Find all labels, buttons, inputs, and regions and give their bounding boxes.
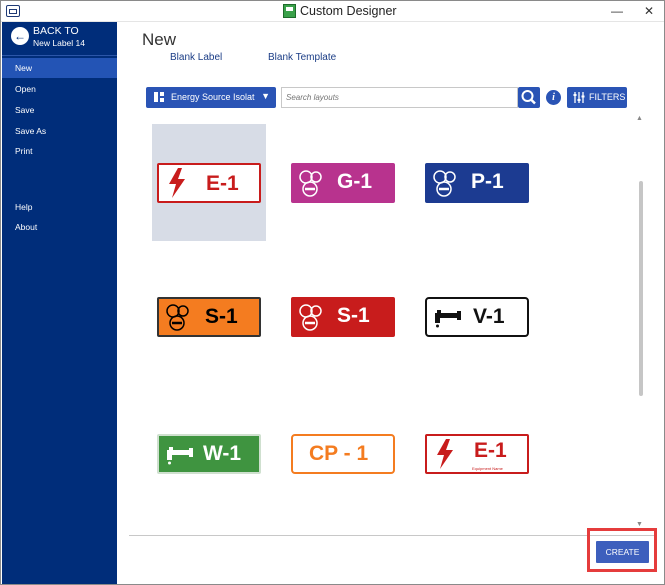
label-text: CP - 1	[309, 442, 369, 465]
blank-template-link[interactable]: Blank Template	[268, 52, 336, 63]
label-text: V-1	[473, 305, 505, 328]
layout-tile[interactable]: E-1	[152, 124, 266, 241]
sidebar-item-print[interactable]: Print	[2, 141, 117, 161]
sidebar-item-save-as[interactable]: Save As	[2, 121, 117, 141]
gauge-valve-icon	[433, 170, 456, 197]
app-window: Custom Designer — ✕ ← BACK TO New Label …	[0, 0, 665, 585]
back-arrow-icon: ←	[11, 27, 29, 45]
minimize-button[interactable]: —	[602, 1, 632, 22]
faucet-icon	[167, 447, 193, 465]
window-title: Custom Designer	[300, 4, 397, 18]
label-text: E-1	[474, 439, 507, 462]
create-button[interactable]: CREATE	[596, 541, 649, 563]
sidebar-item-help[interactable]: Help	[2, 197, 117, 217]
sidebar-item-about[interactable]: About	[2, 217, 117, 237]
info-icon[interactable]: i	[546, 90, 561, 105]
faucet-icon	[435, 310, 461, 328]
label-preview: W-1	[157, 434, 261, 474]
lightning-icon	[437, 439, 453, 469]
scrollbar-thumb[interactable]	[639, 181, 643, 396]
label-text: S-1	[337, 304, 370, 327]
label-preview: E-1 Equipment Name	[425, 434, 529, 474]
layout-tile[interactable]: G-1	[286, 124, 400, 241]
label-text: E-1	[206, 172, 239, 195]
sidebar: ← BACK TO New Label 14 New Open Save Sav…	[2, 22, 117, 584]
gauge-valve-icon	[166, 304, 189, 331]
back-subtitle: New Label 14	[33, 38, 85, 48]
label-preview: CP - 1	[291, 434, 395, 474]
layout-tile[interactable]: S-1	[286, 259, 400, 376]
close-button[interactable]: ✕	[634, 1, 664, 22]
search-button[interactable]	[518, 87, 540, 108]
sidebar-item-new[interactable]: New	[2, 58, 117, 78]
back-button[interactable]: ← BACK TO New Label 14	[2, 22, 117, 56]
label-text: W-1	[203, 442, 242, 465]
gauge-valve-icon	[299, 304, 322, 331]
layout-tile[interactable]: E-1 Equipment Name	[420, 396, 534, 513]
sidebar-item-save[interactable]: Save	[2, 100, 117, 120]
title-bar: Custom Designer — ✕	[1, 1, 664, 22]
scroll-down-icon[interactable]: ▼	[636, 521, 643, 528]
layout-tile[interactable]: CP - 1	[286, 396, 400, 513]
label-preview: S-1	[291, 297, 395, 337]
label-text: S-1	[205, 305, 238, 328]
label-preview: V-1	[425, 297, 529, 337]
sidebar-item-open[interactable]: Open	[2, 79, 117, 99]
label-text: G-1	[337, 170, 373, 193]
layout-tile[interactable]: W-1	[152, 396, 266, 513]
chevron-down-icon: ▼	[261, 91, 270, 101]
label-preview: S-1	[157, 297, 261, 337]
page-title: New	[142, 30, 177, 49]
label-subtext: Equipment Name	[472, 466, 503, 471]
sliders-icon	[573, 92, 585, 103]
scroll-up-icon[interactable]: ▲	[636, 115, 643, 122]
search-input[interactable]	[281, 87, 518, 108]
back-title: BACK TO	[33, 25, 79, 37]
layout-tile[interactable]: P-1	[420, 124, 534, 241]
search-icon	[521, 90, 536, 105]
label-preview: E-1	[157, 163, 261, 203]
filters-button[interactable]: FILTERS	[567, 87, 627, 108]
layout-tile[interactable]: S-1	[152, 259, 266, 376]
app-icon	[283, 4, 296, 18]
system-menu-icon[interactable]	[6, 5, 20, 17]
filters-label: FILTERS	[589, 92, 626, 102]
layout-grid-icon	[154, 92, 164, 102]
label-preview: G-1	[291, 163, 395, 203]
layout-tile[interactable]: V-1	[420, 259, 534, 376]
category-dropdown[interactable]: Energy Source Isolat ▼	[146, 87, 276, 108]
label-text: P-1	[471, 170, 504, 193]
blank-label-link[interactable]: Blank Label	[170, 52, 222, 63]
gauge-valve-icon	[299, 170, 322, 197]
label-preview: P-1	[425, 163, 529, 203]
dropdown-value: Energy Source Isolat	[171, 92, 255, 102]
footer-divider	[129, 535, 657, 536]
lightning-icon	[169, 168, 185, 198]
